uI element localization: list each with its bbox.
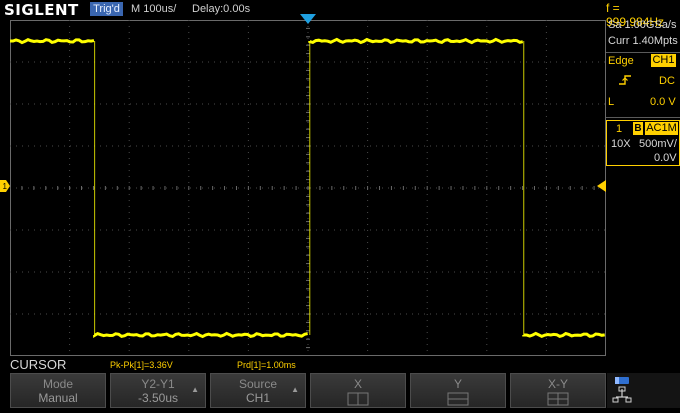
softkey-source[interactable]: Source CH1 ▲ bbox=[210, 373, 306, 408]
softkey-label: X-Y bbox=[547, 377, 568, 391]
measurement-pkpk: Pk-Pk[1]=3.36V bbox=[110, 360, 173, 370]
vertical-offset: 0.0V bbox=[654, 152, 677, 164]
trigger-level-value: 0.0 V bbox=[650, 96, 676, 108]
waveform-display[interactable] bbox=[10, 20, 606, 356]
softkey-y[interactable]: Y bbox=[410, 373, 506, 408]
vertical-scale: 500mV/ bbox=[639, 138, 677, 150]
softkey-x[interactable]: X bbox=[310, 373, 406, 408]
waveform-level-segment bbox=[10, 38, 95, 45]
channel-coupling-badge: AC1M bbox=[645, 122, 678, 135]
sample-rate-readout: Sa 1.00GSa/s bbox=[608, 19, 677, 31]
svg-text:1: 1 bbox=[3, 182, 8, 191]
softkey-label: Mode bbox=[42, 377, 74, 391]
waveform-level-segment bbox=[522, 331, 605, 339]
softkey-label: Y bbox=[453, 377, 462, 391]
trigger-type: Edge bbox=[608, 55, 634, 67]
measurement-period: Prd[1]=1.00ms bbox=[237, 360, 296, 370]
cursor-x-icon bbox=[347, 392, 369, 406]
trigger-source-badge: CH1 bbox=[651, 54, 676, 67]
adjust-arrow-icon: ▲ bbox=[191, 385, 199, 394]
siglent-logo: SIGLENT bbox=[4, 1, 79, 19]
usb-network-icon bbox=[612, 377, 632, 403]
trigger-position-marker-icon[interactable] bbox=[300, 14, 316, 26]
softkey-mode[interactable]: Mode Manual bbox=[10, 373, 106, 408]
menu-title: CURSOR bbox=[10, 357, 67, 372]
softkey-value: Manual bbox=[38, 391, 78, 405]
trigger-coupling: DC bbox=[659, 75, 675, 87]
softkey-y2-y1[interactable]: Y2-Y1 -3.50us ▲ bbox=[110, 373, 206, 408]
delay-readout: Delay:0.00s bbox=[192, 3, 251, 15]
probe-attenuation: 10X bbox=[611, 138, 631, 150]
memory-depth-readout: Curr 1.40Mpts bbox=[608, 35, 678, 47]
trigger-status-badge: Trig'd bbox=[90, 2, 123, 16]
timebase-readout: M 100us/ bbox=[131, 3, 177, 15]
cursor-y-icon bbox=[447, 392, 469, 406]
waveform-level-segment bbox=[93, 331, 308, 339]
cursor-xy-icon bbox=[547, 392, 569, 406]
waveform-level-segment bbox=[308, 37, 524, 45]
softkey-label: X bbox=[353, 377, 362, 391]
graticule bbox=[10, 20, 606, 356]
channel-number: 1 bbox=[616, 123, 623, 135]
softkey-x-y[interactable]: X-Y bbox=[510, 373, 606, 408]
trigger-level-marker-icon[interactable] bbox=[597, 180, 606, 192]
bandwidth-limit-badge: B bbox=[633, 122, 643, 135]
rising-edge-icon bbox=[618, 74, 632, 89]
status-area bbox=[607, 373, 680, 408]
adjust-arrow-icon: ▲ bbox=[291, 385, 299, 394]
trigger-level-label: L bbox=[608, 96, 615, 108]
channel1-ground-marker-icon[interactable]: 1 bbox=[0, 180, 10, 192]
